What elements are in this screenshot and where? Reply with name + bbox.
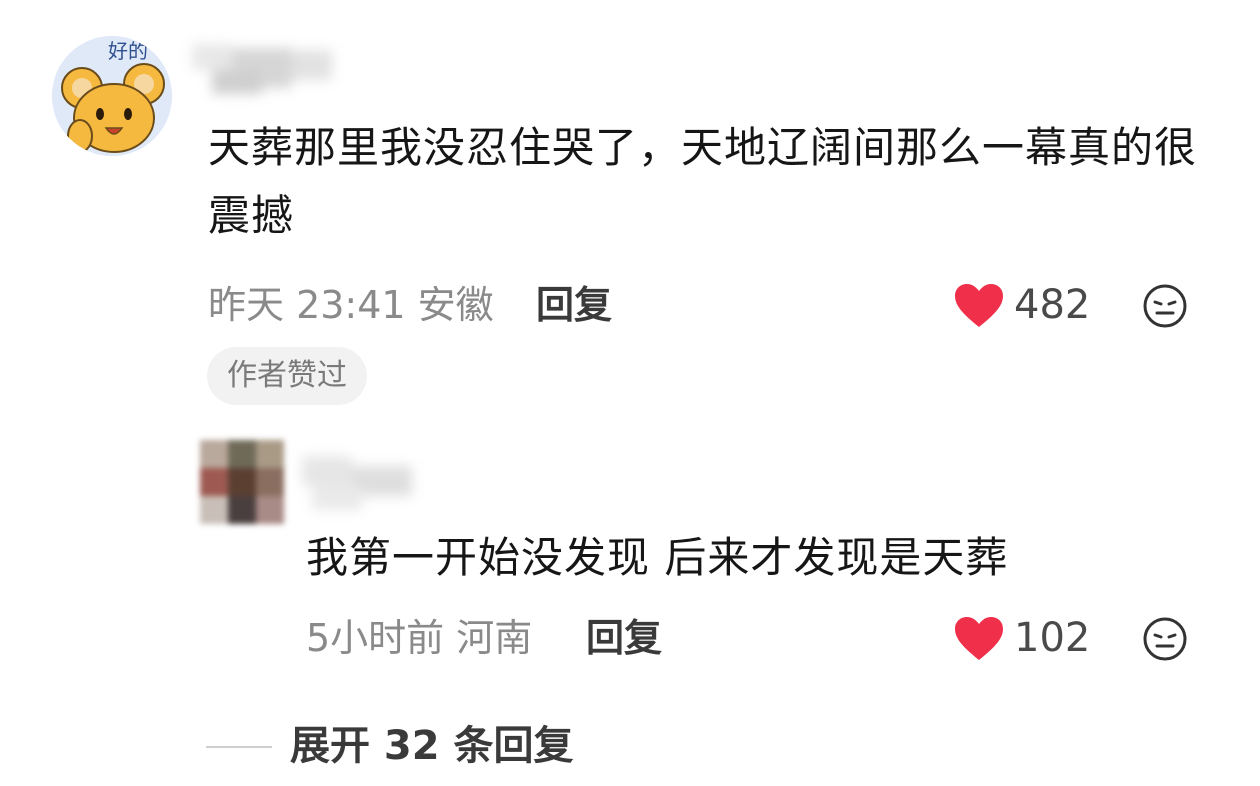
avatar[interactable]: 好的 <box>52 36 172 156</box>
reply-like-count: 102 <box>1014 615 1091 661</box>
reply-avatar[interactable] <box>200 440 284 524</box>
heart-icon <box>955 284 1003 327</box>
expand-replies-button[interactable]: 展开 32 条回复 <box>290 718 574 774</box>
heart-icon <box>955 617 1003 660</box>
emoji-neutral-icon[interactable] <box>1142 616 1188 662</box>
reply-text: 我第一开始没发现 后来才发现是天葬 <box>306 533 1009 582</box>
reply-time-location: 5小时前 河南 <box>306 616 533 660</box>
bear-avatar-image: 好的 <box>52 36 172 156</box>
reply-username-blurred[interactable] <box>292 446 442 518</box>
reply-reply-button[interactable]: 回复 <box>586 612 662 664</box>
comment-thread: 好的 天葬那里我没忍住哭了，天地辽阔间那么一幕真的很震撼 昨天 23:41 安徽… <box>0 0 1260 786</box>
username-blurred[interactable] <box>182 40 348 98</box>
author-liked-badge: 作者赞过 <box>207 347 367 405</box>
avatar-scribble: 好的 <box>108 39 148 63</box>
comment-text: 天葬那里我没忍住哭了，天地辽阔间那么一幕真的很震撼 <box>208 123 1198 240</box>
like-count: 482 <box>1014 282 1091 328</box>
expand-divider <box>206 746 272 748</box>
reply-meta-row: 5小时前 河南 回复 102 <box>208 612 1208 664</box>
comment-meta-row: 昨天 23:41 安徽 回复 482 <box>208 279 1208 331</box>
emoji-neutral-icon[interactable] <box>1142 283 1188 329</box>
reply-button[interactable]: 回复 <box>536 279 612 331</box>
comment-time-location: 昨天 23:41 安徽 <box>208 283 494 327</box>
